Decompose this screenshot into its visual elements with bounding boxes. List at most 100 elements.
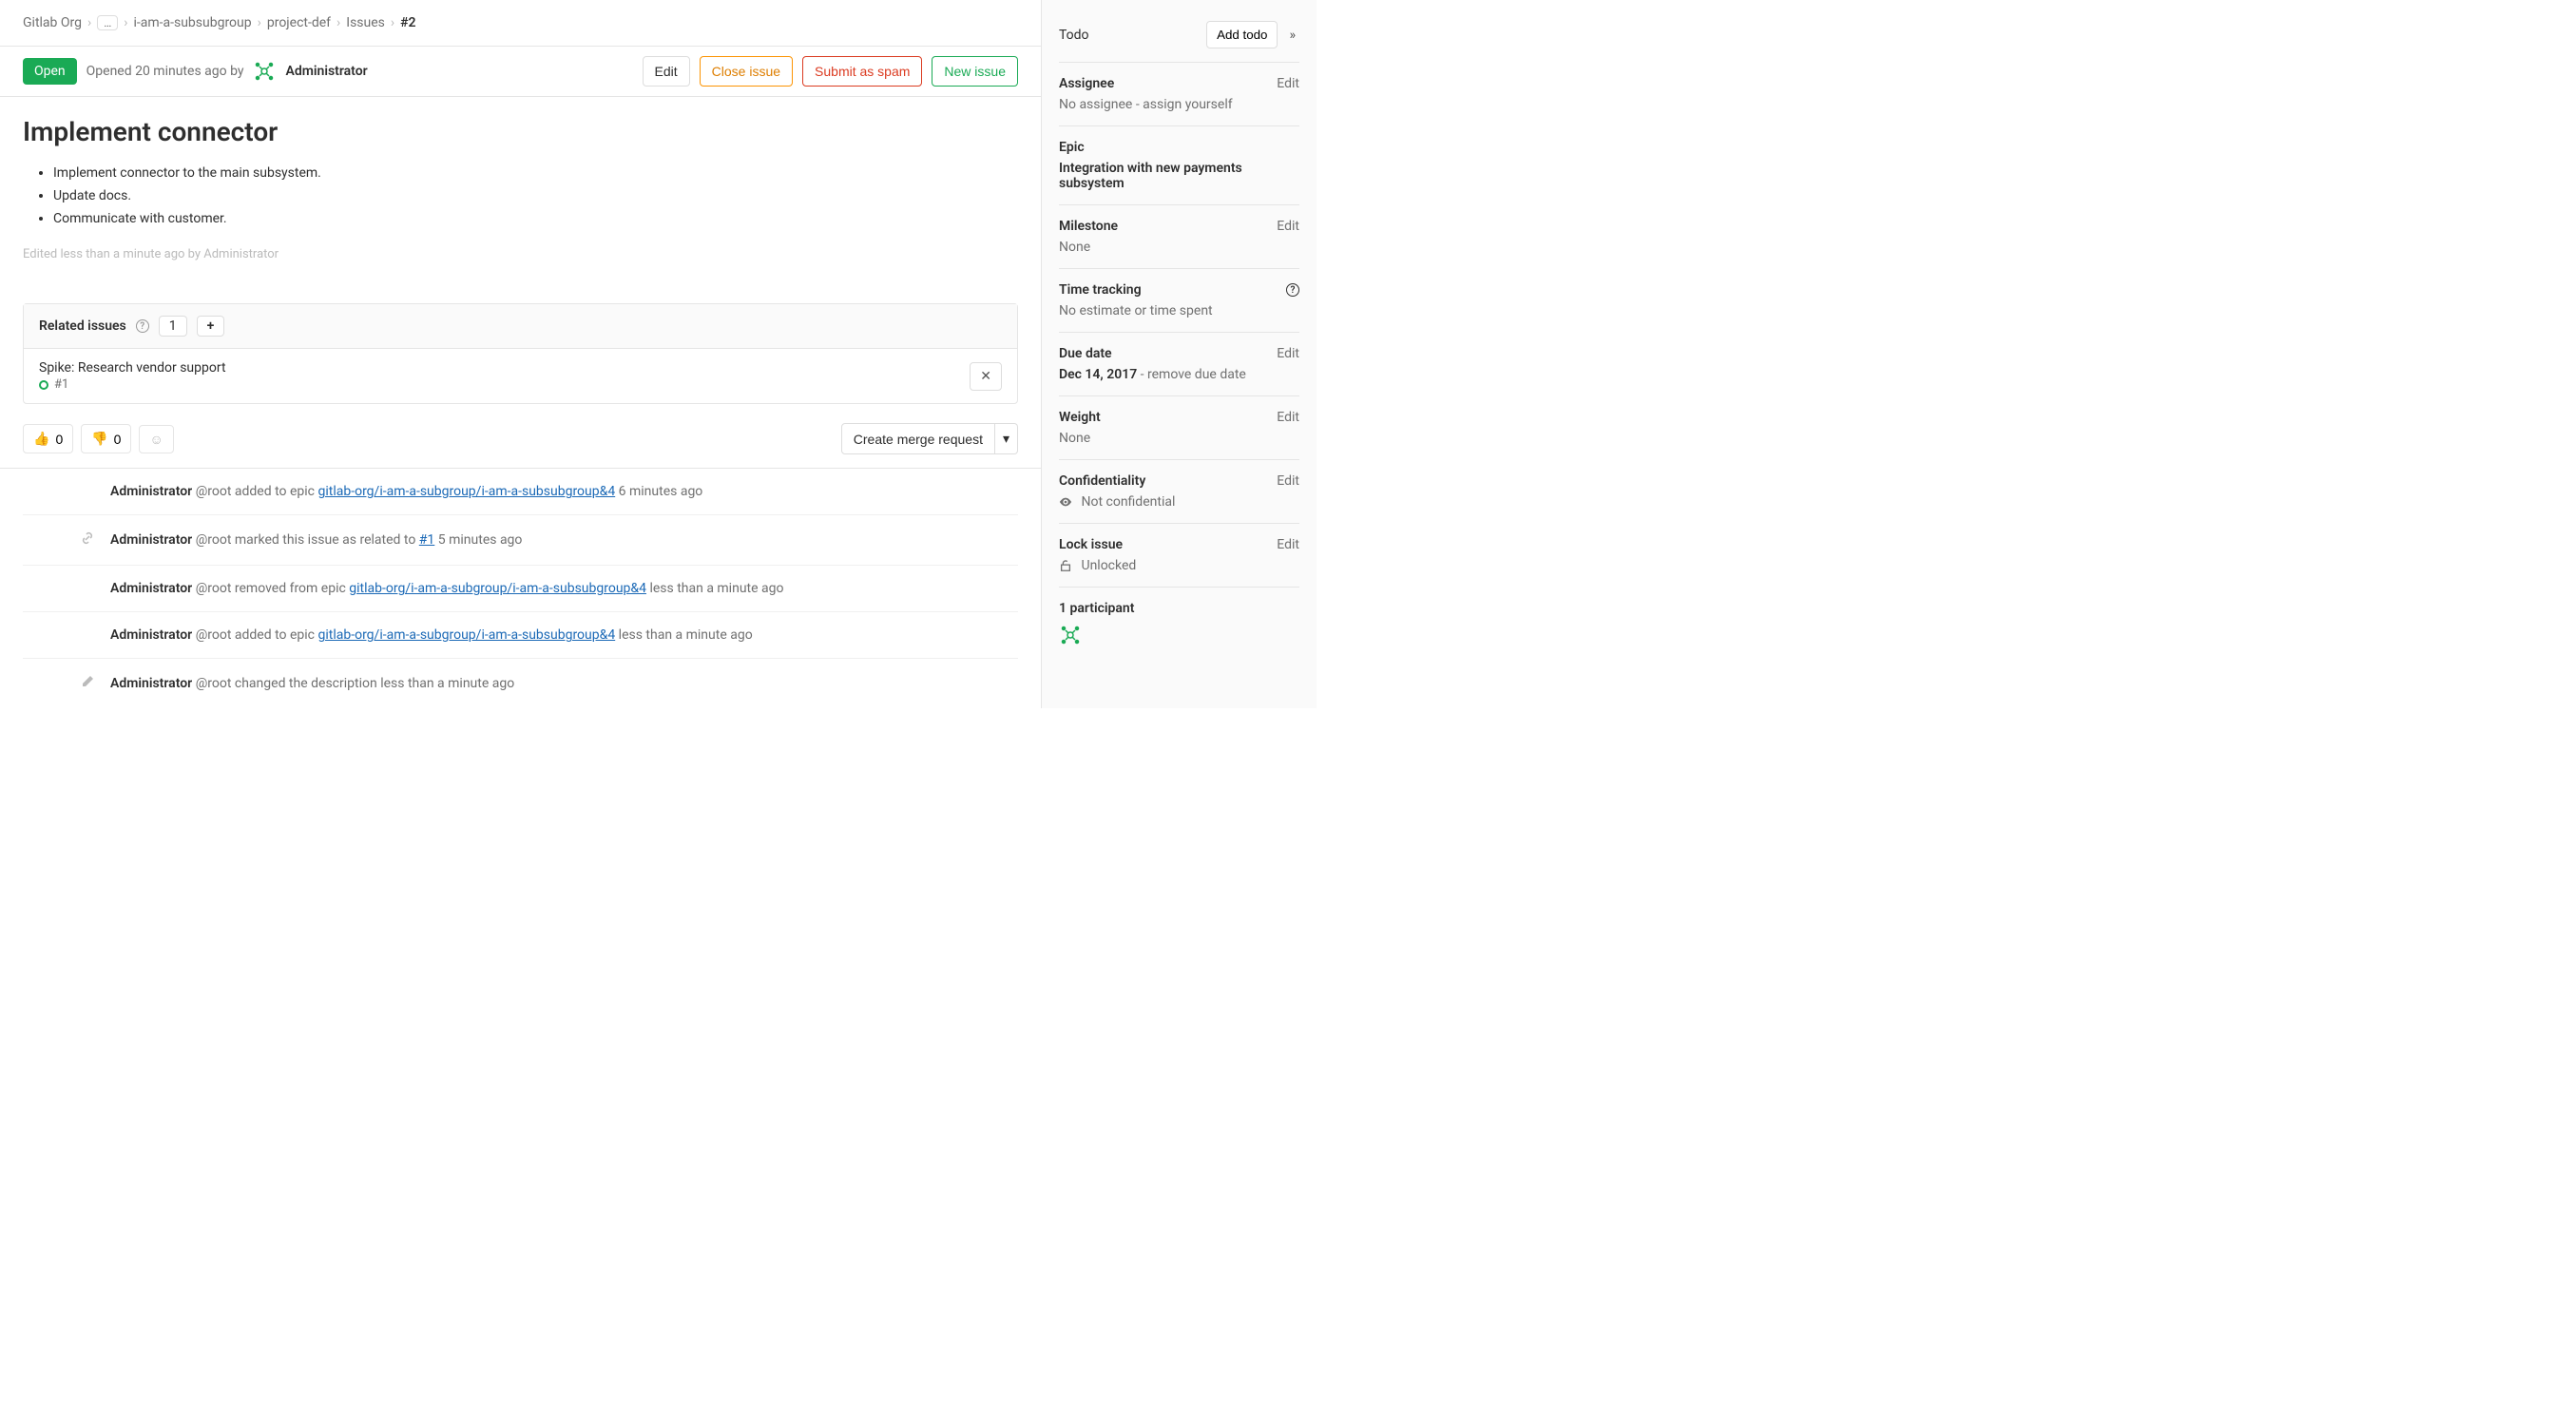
activity-list: Administrator @root added to epic gitlab…: [0, 469, 1041, 708]
issue-title: Implement connector: [23, 116, 1018, 147]
weight-label: Weight: [1059, 410, 1101, 425]
related-item-ref: #1: [54, 377, 68, 392]
participants-label: 1 participant: [1059, 601, 1134, 616]
assignee-value[interactable]: No assignee - assign yourself: [1059, 97, 1299, 112]
due-date-value: Dec 14, 2017: [1059, 367, 1137, 382]
lock-value: Unlocked: [1081, 558, 1136, 573]
breadcrumb: Gitlab Org › … › i-am-a-subsubgroup › pr…: [0, 0, 1041, 46]
help-icon[interactable]: ?: [136, 319, 149, 333]
smiley-icon: ☺: [149, 432, 163, 447]
breadcrumb-project[interactable]: project-def: [267, 15, 331, 30]
chevron-right-icon: ›: [391, 15, 394, 30]
add-related-button[interactable]: +: [197, 316, 225, 337]
chevron-right-icon: ›: [124, 15, 127, 30]
related-item-title: Spike: Research vendor support: [39, 360, 970, 376]
activity-link[interactable]: gitlab-org/i-am-a-subgroup/i-am-a-subsub…: [349, 581, 646, 596]
submit-spam-button[interactable]: Submit as spam: [802, 56, 922, 87]
breadcrumb-subgroup[interactable]: i-am-a-subsubgroup: [133, 15, 251, 30]
lock-edit[interactable]: Edit: [1277, 537, 1299, 552]
activity-user[interactable]: Administrator: [110, 627, 192, 643]
chevron-right-icon: ›: [258, 15, 261, 30]
activity-item: Administrator @root added to epic gitlab…: [23, 469, 1018, 515]
desc-item: Implement connector to the main subsyste…: [53, 163, 1018, 185]
milestone-value: None: [1059, 240, 1299, 255]
eye-icon: [1059, 494, 1075, 510]
new-issue-button[interactable]: New issue: [932, 56, 1018, 87]
unlock-icon: [1059, 558, 1075, 573]
activity-item: Administrator @root added to epic gitlab…: [23, 612, 1018, 659]
desc-item: Communicate with customer.: [53, 208, 1018, 231]
add-todo-button[interactable]: Add todo: [1206, 21, 1278, 48]
breadcrumb-section[interactable]: Issues: [346, 15, 385, 30]
collapse-sidebar-icon[interactable]: »: [1285, 24, 1299, 47]
confidentiality-label: Confidentiality: [1059, 473, 1145, 489]
breadcrumb-org[interactable]: Gitlab Org: [23, 15, 82, 30]
activity-item: Administrator @root marked this issue as…: [23, 515, 1018, 566]
activity-time: less than a minute ago: [380, 676, 514, 691]
activity-time: 5 minutes ago: [434, 532, 522, 548]
status-badge: Open: [23, 58, 77, 85]
epic-value[interactable]: Integration with new payments subsystem: [1059, 161, 1299, 191]
confidentiality-edit[interactable]: Edit: [1277, 473, 1299, 489]
issue-status-bar: Open Opened 20 minutes ago by Administra…: [0, 46, 1041, 97]
thumbs-down-count: 0: [114, 432, 122, 447]
breadcrumb-ellipsis[interactable]: …: [97, 15, 118, 30]
add-reaction-button[interactable]: ☺: [139, 425, 173, 453]
activity-user[interactable]: Administrator: [110, 484, 192, 499]
assignee-label: Assignee: [1059, 76, 1114, 91]
assignee-edit[interactable]: Edit: [1277, 76, 1299, 91]
activity-item: Administrator @root removed from epic gi…: [23, 566, 1018, 612]
status-open-icon: [39, 380, 48, 390]
activity-link[interactable]: gitlab-org/i-am-a-subgroup/i-am-a-subsub…: [317, 484, 615, 499]
related-header-label: Related issues: [39, 318, 126, 334]
activity-handle[interactable]: @root: [196, 581, 232, 596]
activity-handle[interactable]: @root: [196, 532, 232, 548]
confidentiality-value: Not confidential: [1081, 494, 1175, 510]
activity-handle[interactable]: @root: [196, 676, 232, 691]
activity-user[interactable]: Administrator: [110, 676, 192, 691]
weight-edit[interactable]: Edit: [1277, 410, 1299, 425]
activity-handle[interactable]: @root: [196, 484, 232, 499]
activity-link[interactable]: #1: [419, 532, 435, 548]
activity-user[interactable]: Administrator: [110, 581, 192, 596]
due-date-edit[interactable]: Edit: [1277, 346, 1299, 361]
epic-label: Epic: [1059, 140, 1085, 155]
create-mr-dropdown[interactable]: ▾: [995, 423, 1018, 454]
desc-item: Update docs.: [53, 185, 1018, 208]
activity-link[interactable]: gitlab-org/i-am-a-subgroup/i-am-a-subsub…: [317, 627, 615, 643]
weight-value: None: [1059, 431, 1299, 446]
thumbs-up-button[interactable]: 👍 0: [23, 424, 73, 453]
chevron-right-icon: ›: [336, 15, 340, 30]
edited-note: Edited less than a minute ago by Adminis…: [23, 247, 1018, 261]
due-date-label: Due date: [1059, 346, 1112, 361]
related-item[interactable]: Spike: Research vendor support #1 ✕: [24, 349, 1017, 403]
activity-time: less than a minute ago: [615, 627, 753, 643]
thumbs-up-count: 0: [55, 432, 63, 447]
related-count: 1: [159, 316, 187, 337]
help-icon[interactable]: ?: [1286, 283, 1299, 297]
opened-text: Opened 20 minutes ago by: [87, 64, 244, 79]
breadcrumb-current: #2: [400, 15, 415, 30]
lock-label: Lock issue: [1059, 537, 1123, 552]
thumbs-down-button[interactable]: 👎 0: [81, 424, 131, 453]
create-mr-button[interactable]: Create merge request: [841, 423, 995, 454]
close-issue-button[interactable]: Close issue: [700, 56, 793, 87]
todo-label: Todo: [1059, 28, 1089, 43]
author-name[interactable]: Administrator: [285, 64, 367, 79]
thumbs-up-icon: 👍: [33, 431, 49, 447]
remove-related-button[interactable]: ✕: [970, 362, 1002, 391]
milestone-label: Milestone: [1059, 219, 1118, 234]
related-issues-panel: Related issues ? 1 + Spike: Research ven…: [23, 303, 1018, 404]
activity-handle[interactable]: @root: [196, 627, 232, 643]
chevron-right-icon: ›: [87, 15, 91, 30]
milestone-edit[interactable]: Edit: [1277, 219, 1299, 234]
participant-avatar[interactable]: [1059, 624, 1082, 646]
activity-user[interactable]: Administrator: [110, 532, 192, 548]
pencil-icon: [80, 674, 99, 693]
remove-due-date[interactable]: - remove due date: [1137, 367, 1246, 382]
activity-time: 6 minutes ago: [615, 484, 702, 499]
time-tracking-value: No estimate or time spent: [1059, 303, 1299, 318]
edit-button[interactable]: Edit: [643, 56, 690, 87]
avatar[interactable]: [253, 60, 276, 83]
link-icon: [80, 530, 99, 549]
